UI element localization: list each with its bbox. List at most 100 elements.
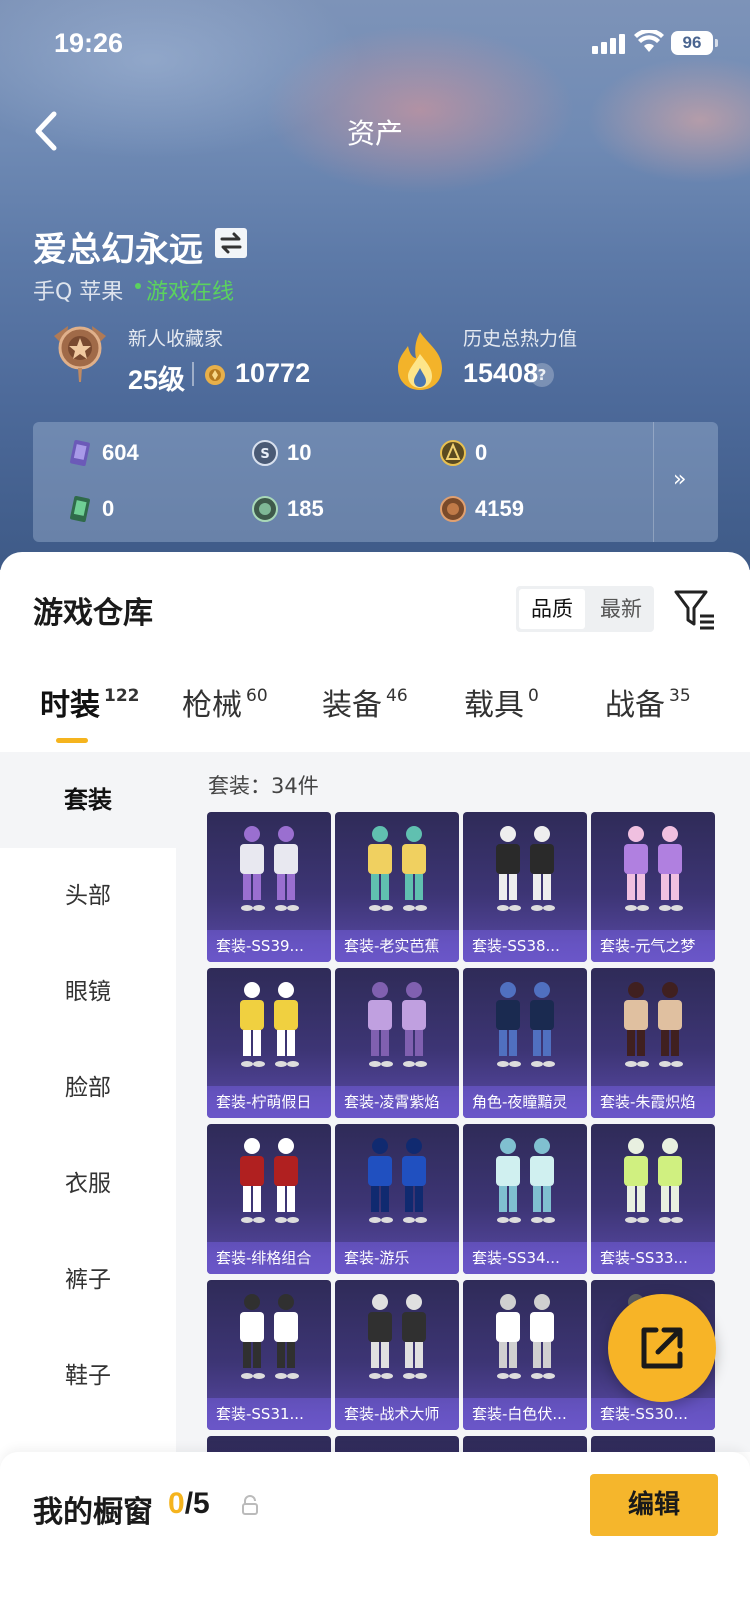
item-card[interactable]: 套装-SS34... <box>463 1124 587 1274</box>
outfit-thumbnail <box>496 1294 555 1379</box>
share-button[interactable] <box>608 1294 716 1402</box>
outfit-thumbnail <box>368 1138 427 1223</box>
category-tabs: 时装 122 枪械 60 装备 46 载具 0 战备 35 <box>0 680 750 740</box>
resource-item: 0 <box>66 492 114 526</box>
svg-text:S: S <box>260 447 269 462</box>
divider <box>192 362 194 386</box>
item-name: 套装-白色伏... <box>463 1398 587 1430</box>
item-name: 套装-SS30... <box>591 1398 715 1430</box>
sort-quality-button[interactable]: 品质 <box>519 589 585 629</box>
item-card[interactable]: 套装-柠萌假日 <box>207 968 331 1118</box>
expand-chevron-icon[interactable]: » <box>673 467 686 492</box>
lock-icon <box>242 1495 258 1515</box>
sort-newest-button[interactable]: 最新 <box>588 586 654 632</box>
item-name: 套装-SS33... <box>591 1242 715 1274</box>
item-name: 套装-老实芭蕉 <box>335 930 459 962</box>
outfit-thumbnail <box>240 982 299 1067</box>
outfit-thumbnail <box>624 1138 683 1223</box>
item-card[interactable] <box>591 1436 715 1452</box>
showcase-label: 我的橱窗 <box>33 1495 153 1530</box>
item-name: 套装-元气之梦 <box>591 930 715 962</box>
sidebar-item-shoes[interactable]: 鞋子 <box>0 1328 176 1424</box>
purple-card-icon <box>70 439 90 467</box>
item-name: 套装-战术大师 <box>335 1398 459 1430</box>
resource-item: S 10 <box>251 436 311 470</box>
sidebar-item-clothes[interactable]: 衣服 <box>0 1136 176 1232</box>
heat-label: 历史总热力值 <box>463 328 578 350</box>
switch-account-icon[interactable] <box>215 228 247 258</box>
item-card[interactable]: 套装-老实芭蕉 <box>335 812 459 962</box>
resource-item: 0 <box>439 436 487 470</box>
outfit-thumbnail <box>496 826 555 911</box>
status-time: 19:26 <box>54 28 124 58</box>
tab-fashion[interactable]: 时装 122 <box>40 680 140 724</box>
outfit-thumbnail <box>240 1294 299 1379</box>
page-title: 资产 <box>346 117 403 150</box>
collector-rank-badge-icon <box>54 326 106 382</box>
item-name: 套装-凌霄紫焰 <box>335 1086 459 1118</box>
item-card[interactable]: 套装-SS38... <box>463 812 587 962</box>
item-card[interactable]: 套装-白色伏... <box>463 1280 587 1430</box>
help-icon[interactable]: ? <box>530 363 554 387</box>
external-link-icon <box>641 1327 683 1369</box>
item-card[interactable]: 套装-SS31... <box>207 1280 331 1430</box>
cellular-signal-icon <box>592 34 626 54</box>
item-card[interactable] <box>335 1436 459 1452</box>
item-name: 套装-SS31... <box>207 1398 331 1430</box>
green-coin-icon <box>252 496 278 522</box>
showcase-count: 0/5 <box>168 1487 210 1520</box>
outfit-thumbnail <box>368 982 427 1067</box>
item-name: 套装-游乐 <box>335 1242 459 1274</box>
item-card[interactable]: 套装-绯格组合 <box>207 1124 331 1274</box>
heat-value: 15408 <box>463 358 539 388</box>
gold-coin-icon <box>205 365 225 385</box>
coin-balance: 10772 <box>235 358 311 388</box>
sidebar-item-pants[interactable]: 裤子 <box>0 1232 176 1328</box>
item-card[interactable]: 套装-元气之梦 <box>591 812 715 962</box>
item-card[interactable]: 角色-夜瞳黯灵 <box>463 968 587 1118</box>
outfit-thumbnail <box>368 1294 427 1379</box>
sidebar-item-face[interactable]: 脸部 <box>0 1040 176 1136</box>
tab-equipment[interactable]: 装备 46 <box>322 680 408 724</box>
sidebar-item-head[interactable]: 头部 <box>0 848 176 944</box>
outfit-thumbnail <box>240 1138 299 1223</box>
item-card[interactable] <box>207 1436 331 1452</box>
item-card[interactable]: 套装-SS33... <box>591 1124 715 1274</box>
gold-token-icon <box>440 440 466 466</box>
bronze-coin-icon <box>440 496 466 522</box>
item-card[interactable]: 套装-SS39... <box>207 812 331 962</box>
resource-panel: 604 S 10 0 0 185 4159 » <box>33 422 718 542</box>
item-name: 套装-绯格组合 <box>207 1242 331 1274</box>
tab-supplies[interactable]: 战备 35 <box>605 680 691 724</box>
silver-coin-icon: S <box>252 440 278 466</box>
sidebar-item-glasses[interactable]: 眼镜 <box>0 944 176 1040</box>
item-card[interactable]: 套装-战术大师 <box>335 1280 459 1430</box>
item-card[interactable]: 套装-凌霄紫焰 <box>335 968 459 1118</box>
rank-title: 新人收藏家 <box>128 328 224 350</box>
filter-icon[interactable] <box>672 586 716 630</box>
item-name: 套装-朱霞炽焰 <box>591 1086 715 1118</box>
flame-icon <box>398 332 442 390</box>
resource-item: 185 <box>251 492 324 526</box>
outfit-thumbnail <box>240 826 299 911</box>
item-name: 套装-SS38... <box>463 930 587 962</box>
player-level: 25级 <box>128 365 186 395</box>
wifi-icon <box>634 30 664 52</box>
item-card[interactable]: 套装-朱霞炽焰 <box>591 968 715 1118</box>
active-tab-indicator <box>56 738 88 743</box>
sidebar-item-suits[interactable]: 套装 <box>0 752 176 848</box>
item-card[interactable]: 套装-游乐 <box>335 1124 459 1274</box>
green-card-icon <box>70 495 90 523</box>
online-status: 游戏在线 <box>146 280 235 305</box>
tab-firearms[interactable]: 枪械 60 <box>182 680 268 724</box>
edit-button[interactable]: 编辑 <box>590 1474 718 1536</box>
item-name: 套装-柠萌假日 <box>207 1086 331 1118</box>
tab-vehicles[interactable]: 载具 0 <box>464 680 539 724</box>
player-name: 爱总幻永远 <box>33 230 203 270</box>
online-dot-icon <box>135 283 141 289</box>
item-card[interactable] <box>463 1436 587 1452</box>
item-name: 套装-SS34... <box>463 1242 587 1274</box>
outfit-thumbnail <box>368 826 427 911</box>
battery-indicator: 96 <box>671 31 718 55</box>
sort-toggle: 品质 最新 <box>516 586 654 632</box>
